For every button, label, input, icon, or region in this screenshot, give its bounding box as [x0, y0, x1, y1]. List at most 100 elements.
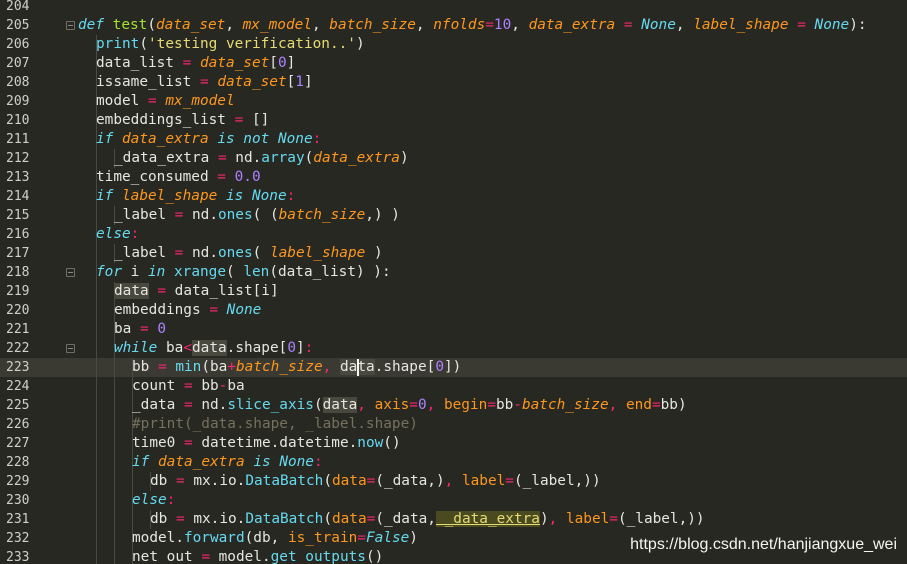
code-token: .shape[ [374, 359, 436, 375]
code-token: = [209, 302, 218, 318]
code-token: else [132, 492, 167, 508]
code-token: None [251, 188, 287, 204]
fold-toggle-icon[interactable] [66, 344, 75, 353]
code-token: mx.io. [184, 511, 246, 527]
line-number: 207 [6, 56, 30, 71]
code-line[interactable]: 228 if data_extra is None: [0, 453, 907, 472]
watermark-url: https://blog.csdn.net/hanjiangxue_wei [630, 536, 897, 553]
code-token: data [192, 340, 227, 356]
indent-guide [96, 206, 97, 225]
code-token: ): [849, 17, 867, 33]
code-line[interactable]: 205 def test(data_set, mx_model, batch_si… [0, 16, 907, 35]
code-line[interactable]: 227 time0 = datetime.datetime.now() [0, 434, 907, 453]
code-line[interactable]: 226 #print(_data.shape, _label.shape) [0, 415, 907, 434]
line-number: 212 [6, 151, 30, 166]
code-token: None [279, 454, 314, 470]
code-line[interactable]: 221 ba = 0 [0, 320, 907, 339]
code-token: = [217, 169, 226, 185]
code-line[interactable]: 217 _label = nd.ones( label_shape ) [0, 244, 907, 263]
code-token: batch_size [236, 359, 323, 375]
code-token: slice_axis [227, 397, 314, 413]
code-line[interactable]: 223 bb = min(ba+batch_size, data.shape[0]… [0, 358, 907, 377]
code-line[interactable]: 213 time_consumed = 0.0 [0, 168, 907, 187]
code-token: , [675, 17, 694, 33]
code-token: data_extra [313, 150, 400, 166]
code-token: embeddings [114, 302, 210, 318]
indent-guide [114, 529, 115, 548]
code-token: is [253, 454, 271, 470]
code-token: = [234, 112, 244, 128]
code-line[interactable]: 224 count = bb-ba [0, 377, 907, 396]
code-line[interactable]: 212 _data_extra = nd.array(data_extra) [0, 149, 907, 168]
code-token: = [176, 473, 185, 489]
code-token: ( [313, 397, 323, 413]
code-text: db = mx.io.DataBatch(data=(_data,), labe… [150, 472, 601, 491]
code-text: def test(data_set, mx_model, batch_size,… [78, 16, 867, 35]
code-token: : [130, 226, 140, 242]
code-line[interactable]: 214 if label_shape is None: [0, 187, 907, 206]
code-line[interactable]: 229 db = mx.io.DataBatch(data=(_data,), l… [0, 472, 907, 491]
code-line[interactable]: 207 data_list = data_set[0] [0, 54, 907, 73]
code-line[interactable]: 206 print('testing verification..') [0, 35, 907, 54]
code-editor[interactable]: 204 205 def test(data_set, mx_model, batch… [0, 0, 907, 564]
fold-toggle-icon[interactable] [66, 268, 75, 277]
code-line[interactable]: 220 embeddings = None [0, 301, 907, 320]
code-line[interactable]: 219 data = data_list[i] [0, 282, 907, 301]
code-line[interactable]: 211 if data_extra is not None: [0, 130, 907, 149]
code-line[interactable]: 231 db = mx.io.DataBatch(data=(_data, _da… [0, 510, 907, 529]
code-token: + [227, 359, 237, 375]
code-token: 0 [435, 359, 444, 375]
code-token: , [511, 17, 529, 33]
code-token: ] [295, 340, 305, 356]
code-token: min [175, 359, 202, 375]
code-token: _label [114, 207, 175, 223]
code-token: ba [157, 340, 184, 356]
code-line[interactable]: 222 while ba<data.shape[0]: [0, 339, 907, 358]
code-token: data_list[i] [166, 283, 279, 299]
code-token: : [166, 492, 176, 508]
code-token: batch_size [521, 397, 609, 413]
line-number: 213 [6, 170, 30, 185]
code-token: 1 [295, 74, 304, 90]
code-token: , [444, 473, 454, 489]
code-token: = [217, 150, 227, 166]
indent-guide [132, 472, 133, 491]
code-token: count [132, 378, 184, 394]
indent-guide [132, 510, 133, 529]
code-line[interactable]: 210 embeddings_list = [] [0, 111, 907, 130]
code-token: ( [304, 150, 314, 166]
code-token: batch_size [329, 17, 416, 33]
code-line[interactable]: 208 issame_list = data_set[1] [0, 73, 907, 92]
code-token: data_extra [122, 131, 209, 147]
code-text: _data = nd.slice_axis(data, axis=0, begi… [132, 396, 687, 415]
code-line[interactable]: 204 [0, 0, 907, 16]
code-text: embeddings_list = [] [96, 111, 269, 130]
line-number: 211 [6, 132, 30, 147]
code-token: label_shape [693, 17, 789, 33]
code-token: data [331, 473, 367, 489]
code-line[interactable]: 225 _data = nd.slice_axis(data, axis=0, b… [0, 396, 907, 415]
code-line[interactable]: 209 model = mx_model [0, 92, 907, 111]
line-number: 227 [6, 436, 30, 451]
code-token: 'testing verification..' [148, 36, 356, 52]
code-token: 0 [417, 397, 427, 413]
code-token: data [114, 283, 149, 299]
code-token: forward [183, 530, 245, 546]
code-line[interactable]: 230 else: [0, 491, 907, 510]
line-number: 224 [6, 379, 30, 394]
code-line[interactable]: 215 _label = nd.ones( (batch_size,) ) [0, 206, 907, 225]
code-line[interactable]: 216 else: [0, 225, 907, 244]
indent-guide [114, 396, 115, 415]
fold-toggle-icon[interactable] [66, 21, 75, 30]
code-token: = [183, 435, 193, 451]
code-token: , [548, 511, 558, 527]
code-text: db = mx.io.DataBatch(data=(_data, _data_… [150, 510, 705, 529]
code-token: #print(_data.shape, _label.shape) [132, 416, 418, 432]
code-token: bb [192, 378, 219, 394]
code-line[interactable]: 218 for i in xrange( len(data_list) ): [0, 263, 907, 282]
